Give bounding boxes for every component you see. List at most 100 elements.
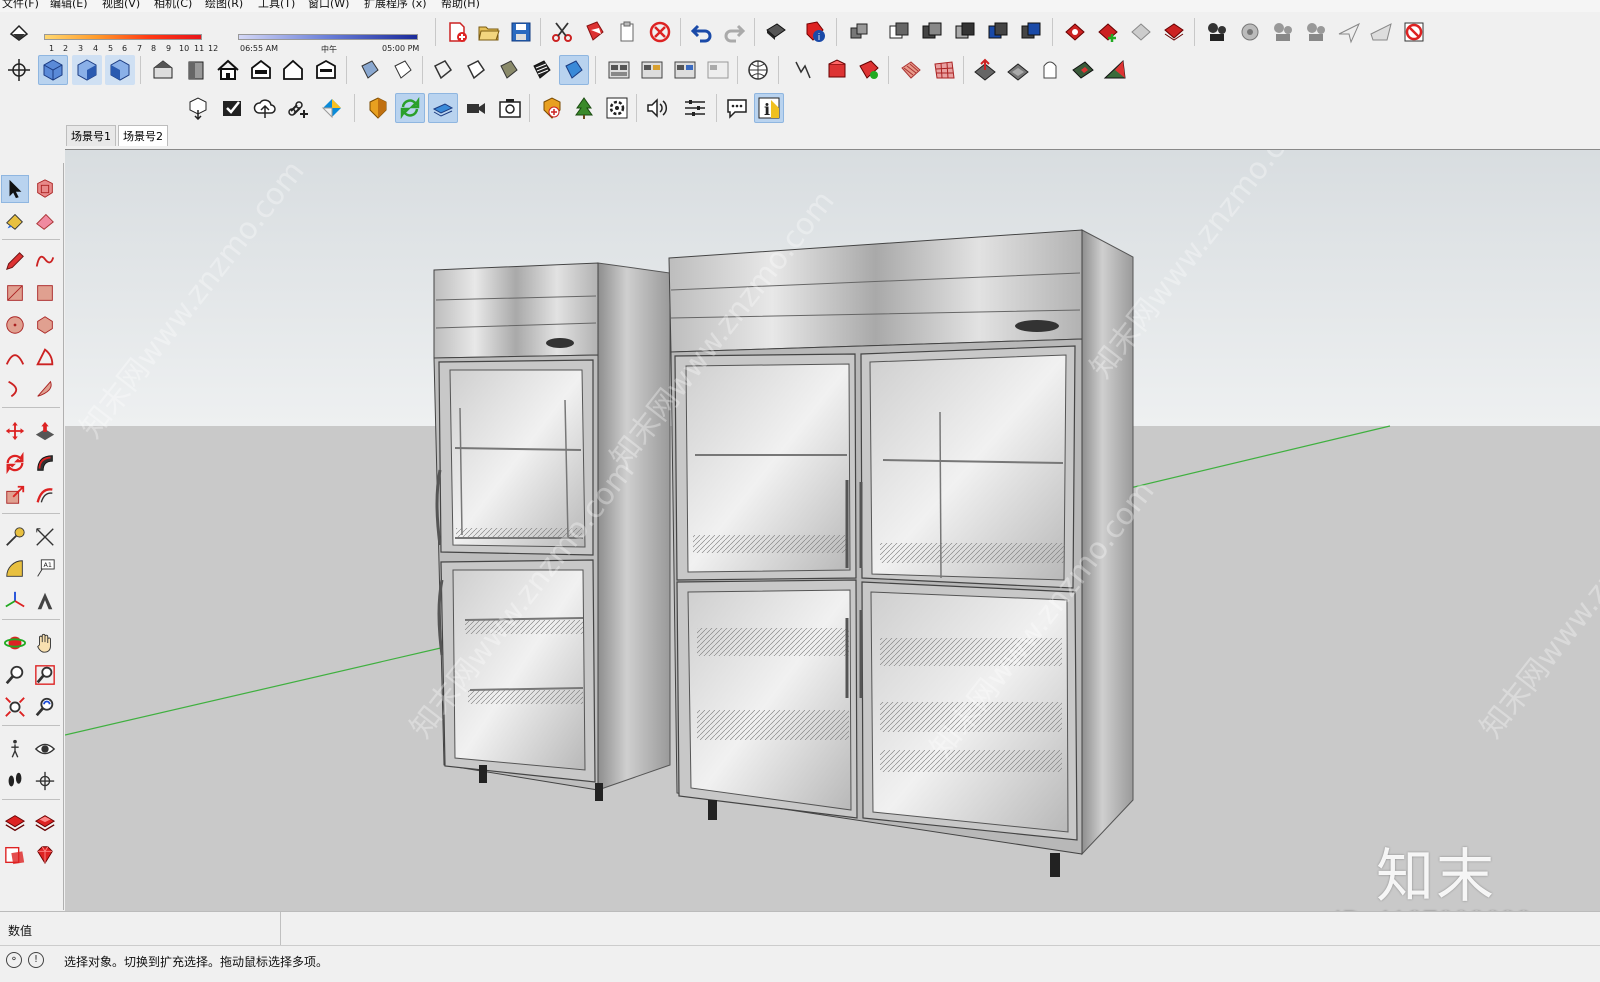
dimension-tool[interactable] <box>31 523 59 551</box>
menu-window[interactable]: 窗口(W) <box>308 0 349 10</box>
axes-tool[interactable] <box>1 587 29 615</box>
component-1-button[interactable] <box>844 17 874 47</box>
menu-draw[interactable]: 绘图(R) <box>205 0 243 10</box>
component-3-button[interactable] <box>917 17 947 47</box>
pie-tool[interactable] <box>31 343 59 371</box>
fly-button[interactable] <box>1334 17 1364 47</box>
terrain-7-button[interactable] <box>1035 55 1065 85</box>
scene-tab-2[interactable]: 场景号2 <box>118 125 168 146</box>
geo-status-icon[interactable]: ⚬ <box>6 952 22 968</box>
previous-view-tool[interactable] <box>31 693 59 721</box>
refresh-button[interactable] <box>395 93 425 123</box>
home-button[interactable] <box>213 55 243 85</box>
terrain-2-button[interactable] <box>854 55 884 85</box>
section-3-tool[interactable] <box>1 841 29 869</box>
orbit-target-button[interactable] <box>4 55 34 85</box>
link-add-button[interactable] <box>283 93 313 123</box>
back-house-button[interactable] <box>278 55 308 85</box>
back-edges-button[interactable] <box>388 55 418 85</box>
menu-tools[interactable]: 工具(T) <box>258 0 295 10</box>
xray-button[interactable] <box>355 55 385 85</box>
chat-button[interactable] <box>722 93 752 123</box>
freehand-tool[interactable] <box>31 247 59 275</box>
paint-tool[interactable] <box>1 207 29 235</box>
front-view-button[interactable] <box>72 55 102 85</box>
look-around-tool[interactable] <box>31 735 59 763</box>
menu-view[interactable]: 视图(V) <box>102 0 140 10</box>
style-2-button[interactable] <box>637 55 667 85</box>
time-slider[interactable] <box>238 34 418 40</box>
zoom-window-tool[interactable] <box>31 661 59 689</box>
camera-swap-button[interactable] <box>428 93 458 123</box>
terrain-9-button[interactable] <box>1100 55 1130 85</box>
rotate-tool[interactable] <box>1 449 29 477</box>
month-slider[interactable] <box>44 34 202 40</box>
redo-button[interactable] <box>719 17 749 47</box>
info-status-icon[interactable]: ! <box>28 952 44 968</box>
left-house-button[interactable] <box>311 55 341 85</box>
solid-3-button[interactable] <box>1126 17 1156 47</box>
open-button[interactable] <box>474 17 504 47</box>
rectangle-tool[interactable] <box>1 279 29 307</box>
wireframe-button[interactable] <box>428 55 458 85</box>
arc-tool[interactable] <box>1 343 29 371</box>
offset-tool[interactable] <box>31 481 59 509</box>
eraser-tool[interactable] <box>31 207 59 235</box>
terrain-5-button[interactable] <box>970 55 1000 85</box>
cut-button[interactable] <box>547 17 577 47</box>
copy-button[interactable] <box>580 17 610 47</box>
reel-3-button[interactable] <box>1301 17 1331 47</box>
print-button[interactable] <box>760 17 790 47</box>
paste-button[interactable] <box>612 17 642 47</box>
footprint-tool[interactable] <box>1 767 29 795</box>
camera-reel-button[interactable] <box>1235 17 1265 47</box>
monochrome-button[interactable] <box>559 55 589 85</box>
export-box-button[interactable] <box>183 93 213 123</box>
right-house-button[interactable] <box>246 55 276 85</box>
tape-tool[interactable] <box>1 523 29 551</box>
pencil-tool[interactable] <box>1 247 29 275</box>
terrain-8-button[interactable] <box>1068 55 1098 85</box>
menu-file[interactable]: 文件(F) <box>2 0 39 10</box>
shaded-button[interactable] <box>494 55 524 85</box>
terrain-4-button[interactable] <box>929 55 959 85</box>
3d-text-tool[interactable] <box>31 587 59 615</box>
photo-button[interactable] <box>495 93 525 123</box>
scale-tool[interactable] <box>1 481 29 509</box>
move-tool[interactable] <box>1 417 29 445</box>
undo-button[interactable] <box>687 17 717 47</box>
ruby-tool[interactable] <box>31 841 59 869</box>
component-5-button[interactable] <box>983 17 1013 47</box>
scene-tab-1[interactable]: 场景号1 <box>66 125 116 146</box>
save-button[interactable] <box>506 17 536 47</box>
menu-extensions[interactable]: 扩展程序 (x) <box>364 0 427 10</box>
menu-camera[interactable]: 相机(C) <box>154 0 192 10</box>
sliders-button[interactable] <box>680 93 710 123</box>
component-2-button[interactable] <box>884 17 914 47</box>
polygon-tool[interactable] <box>31 311 59 339</box>
terrain-3-button[interactable] <box>896 55 926 85</box>
shaded-texture-button[interactable] <box>527 55 557 85</box>
solid-1-button[interactable] <box>1060 17 1090 47</box>
right-view-button[interactable] <box>105 55 135 85</box>
position-camera-tool[interactable] <box>31 767 59 795</box>
solid-2-button[interactable] <box>1093 17 1123 47</box>
component-4-button[interactable] <box>950 17 980 47</box>
make-component-tool[interactable] <box>31 175 59 203</box>
warehouse-button[interactable] <box>317 93 347 123</box>
arc2-tool[interactable] <box>31 375 59 403</box>
measurements-input[interactable] <box>280 912 281 946</box>
new-button[interactable] <box>442 17 472 47</box>
sound-button[interactable] <box>642 93 672 123</box>
video-button[interactable] <box>461 93 491 123</box>
iso-view-button[interactable] <box>38 55 68 85</box>
pan-tool[interactable] <box>31 629 59 657</box>
reel-2-button[interactable] <box>1268 17 1298 47</box>
solid-4-button[interactable] <box>1159 17 1189 47</box>
front-house-button[interactable] <box>181 55 211 85</box>
component-6-button[interactable] <box>1016 17 1046 47</box>
geo-location-button[interactable] <box>743 55 773 85</box>
section-1-tool[interactable] <box>1 809 29 837</box>
select-tool[interactable] <box>1 175 29 203</box>
shield-2-button[interactable] <box>537 93 567 123</box>
